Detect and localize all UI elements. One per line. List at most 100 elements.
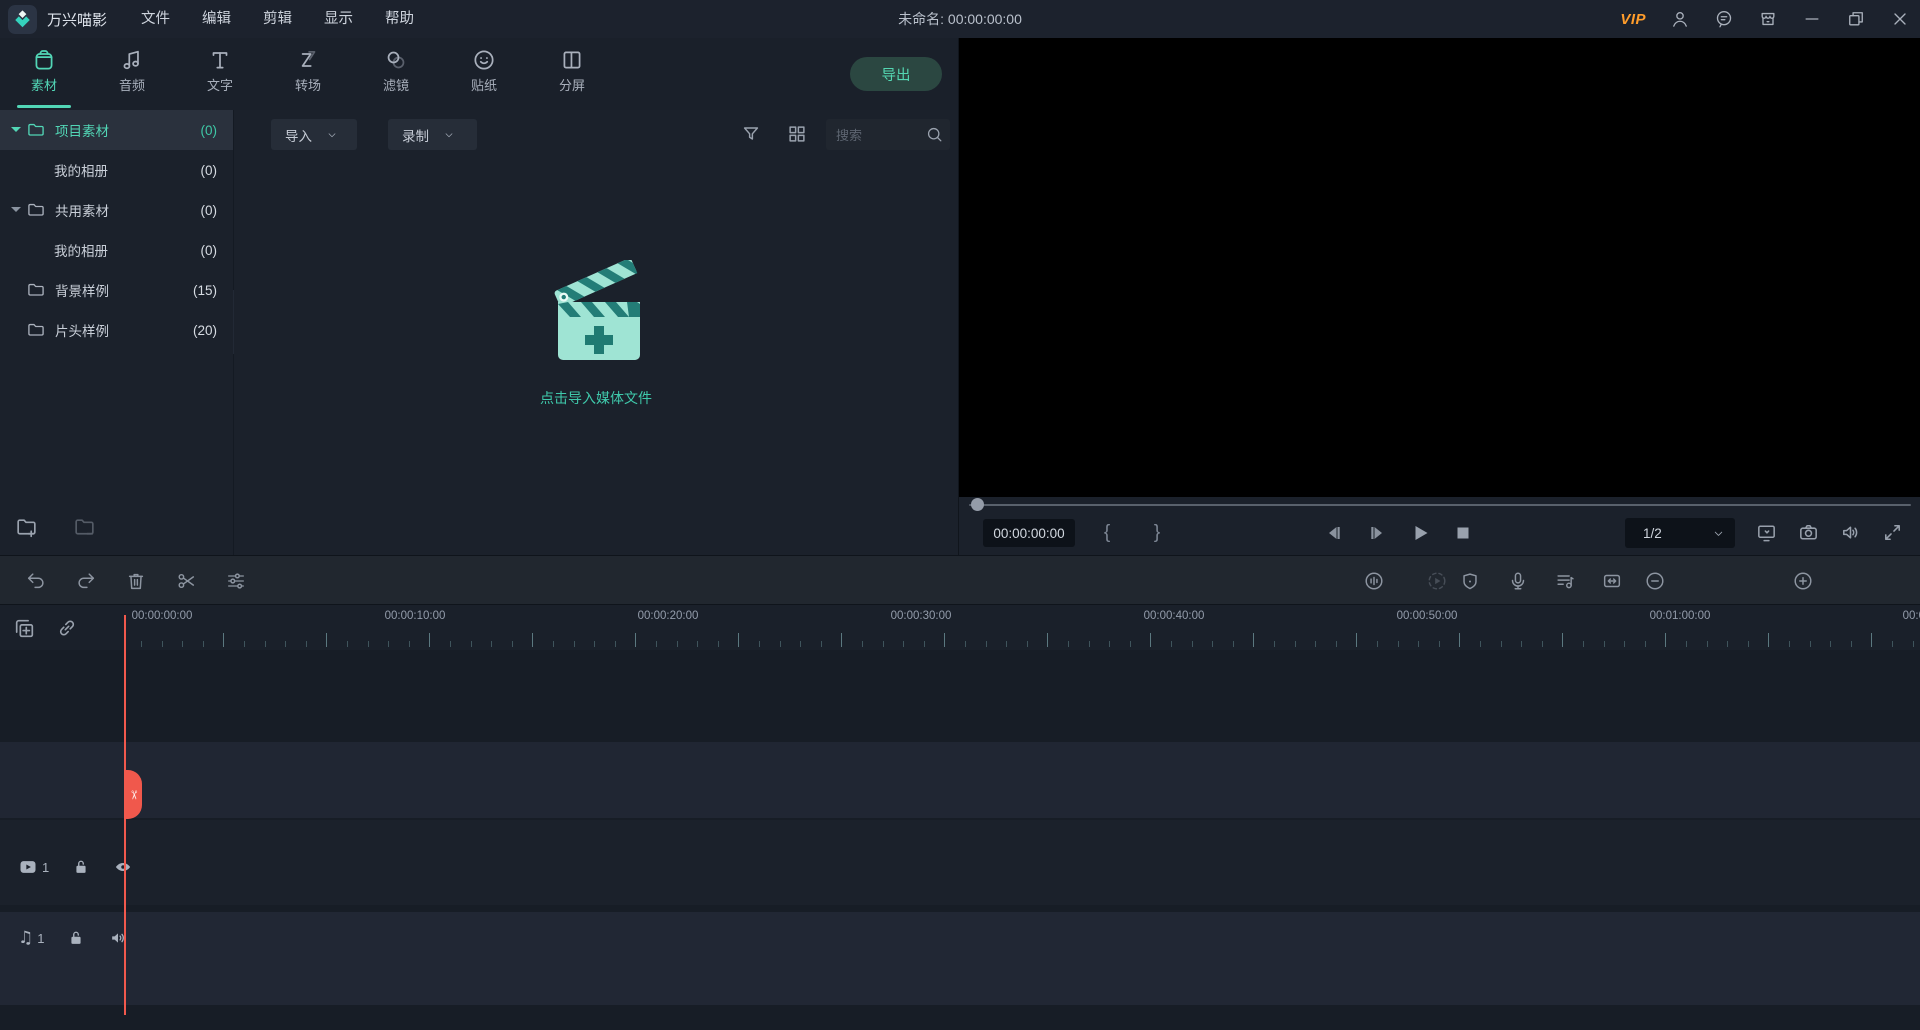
undo-button[interactable] (25, 570, 47, 592)
media-library-region: 素材音频文字转场滤镜贴纸分屏 导出 项目素材(0)我的相册(0)共用素材(0)我… (0, 38, 958, 555)
tab-split-screen[interactable]: 分屏 (528, 38, 616, 110)
fullscreen-icon[interactable] (1881, 521, 1904, 544)
sidebar-item[interactable]: 片头样例(20) (0, 310, 233, 350)
menu-item[interactable]: 显示 (308, 1, 369, 38)
tab-text[interactable]: 文字 (176, 38, 264, 110)
speech-to-text-icon[interactable] (1363, 570, 1385, 592)
minimize-button[interactable] (1802, 9, 1822, 29)
sidebar-item-label: 我的相册 (54, 160, 108, 180)
beat-detect-icon[interactable] (1554, 570, 1576, 592)
timeline: 00:00:00:0000:00:10:0000:00:20:0000:00:3… (0, 605, 1920, 1030)
video-track-band[interactable] (0, 820, 1920, 905)
stop-button[interactable] (1451, 521, 1475, 545)
clapperboard-icon (544, 260, 648, 370)
titlebar: 万兴喵影 文件编辑剪辑显示帮助 未命名: 00:00:00:00 VIP (0, 0, 1920, 39)
audio-track-band[interactable] (0, 912, 1920, 1005)
ruler-tick (1150, 633, 1151, 647)
titlebar-actions: VIP (1620, 0, 1910, 38)
record-dropdown[interactable]: 录制 (388, 119, 477, 150)
ruler-tick (1089, 641, 1090, 647)
ruler-tick (162, 641, 163, 647)
app-logo-icon (8, 5, 37, 34)
scrubber-handle[interactable] (971, 498, 984, 511)
empty-media-state[interactable]: 点击导入媒体文件 (234, 260, 958, 408)
export-button[interactable]: 导出 (850, 57, 942, 91)
split-screen-icon (559, 47, 585, 73)
tab-media[interactable]: 素材 (0, 38, 88, 110)
ruler-tick (780, 641, 781, 647)
display-device-icon[interactable] (1755, 521, 1778, 544)
sidebar-item[interactable]: 背景样例(15) (0, 270, 233, 310)
tab-audio[interactable]: 音频 (88, 38, 176, 110)
feedback-icon[interactable] (1714, 9, 1734, 29)
video-track-icon (18, 857, 38, 877)
sidebar-footer (0, 513, 233, 547)
search-icon[interactable] (925, 125, 944, 144)
ruler-tick (862, 641, 863, 647)
unlock-icon[interactable] (71, 857, 91, 877)
ruler-tick (1418, 641, 1419, 647)
mark-out-button[interactable]: } (1147, 519, 1167, 547)
grid-view-icon[interactable] (786, 123, 808, 145)
split-button[interactable] (175, 570, 197, 592)
sidebar-item[interactable]: 项目素材(0) (0, 110, 233, 150)
video-viewport[interactable] (959, 38, 1920, 497)
tab-transition[interactable]: 转场 (264, 38, 352, 110)
transition-icon (295, 47, 321, 73)
zoom-out-icon[interactable] (1644, 570, 1666, 592)
preview-quality-dropdown[interactable]: 1/2 (1625, 518, 1735, 548)
record-voiceover-icon[interactable] (1507, 570, 1529, 592)
link-icon[interactable] (55, 616, 79, 640)
ruler-tick (285, 641, 286, 647)
remove-folder-icon[interactable] (72, 515, 97, 540)
close-button[interactable] (1890, 9, 1910, 29)
ruler-tick (1810, 641, 1811, 647)
ruler-timestamp: 00:00:00:00 (125, 610, 217, 622)
add-track-icon[interactable] (12, 616, 37, 641)
sidebar-item[interactable]: 我的相册(0) (0, 150, 233, 190)
menu-item[interactable]: 帮助 (369, 1, 430, 38)
add-folder-icon[interactable] (14, 515, 39, 540)
adjust-properties-button[interactable] (225, 570, 247, 592)
volume-icon[interactable] (1839, 521, 1862, 544)
zoom-fit-icon[interactable] (1601, 570, 1623, 592)
filter-icon[interactable] (740, 123, 762, 145)
ruler-tick (223, 633, 224, 647)
mark-in-button[interactable]: { (1097, 519, 1117, 547)
sidebar-item-label: 共用素材 (55, 200, 109, 220)
sidebar-item-label: 背景样例 (55, 280, 109, 300)
vip-button[interactable]: VIP (1620, 11, 1646, 28)
snapshot-icon[interactable] (1797, 521, 1820, 544)
delete-button[interactable] (125, 570, 147, 592)
ruler-tick (429, 633, 430, 647)
sidebar-item[interactable]: 我的相册(0) (0, 230, 233, 270)
render-preview-icon[interactable] (1426, 570, 1448, 592)
menu-item[interactable]: 文件 (125, 1, 186, 38)
tab-sticker[interactable]: 贴纸 (440, 38, 528, 110)
menu-item[interactable]: 编辑 (186, 1, 247, 38)
play-button[interactable] (1408, 521, 1432, 545)
next-frame-button[interactable] (1365, 521, 1389, 545)
marker-icon[interactable] (1459, 570, 1481, 592)
restore-button[interactable] (1846, 9, 1866, 29)
ruler-tick (182, 641, 183, 647)
store-icon[interactable] (1758, 9, 1778, 29)
menubar: 文件编辑剪辑显示帮助 (125, 1, 430, 38)
zoom-in-icon[interactable] (1792, 570, 1814, 592)
ruler-tick (697, 641, 698, 647)
playhead-handle[interactable]: ✂ (126, 770, 142, 819)
preview-scrubber[interactable] (969, 504, 1911, 506)
import-dropdown[interactable]: 导入 (271, 119, 357, 150)
ruler-tick (800, 641, 801, 647)
menu-item[interactable]: 剪辑 (247, 1, 308, 38)
ruler-tick (1171, 641, 1172, 647)
timeline-ruler[interactable]: 00:00:00:0000:00:10:0000:00:20:0000:00:3… (125, 605, 1920, 650)
ruler-tick (409, 641, 410, 647)
search-input[interactable] (834, 119, 923, 152)
unlock-icon[interactable] (66, 928, 86, 948)
redo-button[interactable] (75, 570, 97, 592)
sidebar-item[interactable]: 共用素材(0) (0, 190, 233, 230)
previous-frame-button[interactable] (1322, 521, 1346, 545)
tab-filter[interactable]: 滤镜 (352, 38, 440, 110)
account-icon[interactable] (1670, 9, 1690, 29)
